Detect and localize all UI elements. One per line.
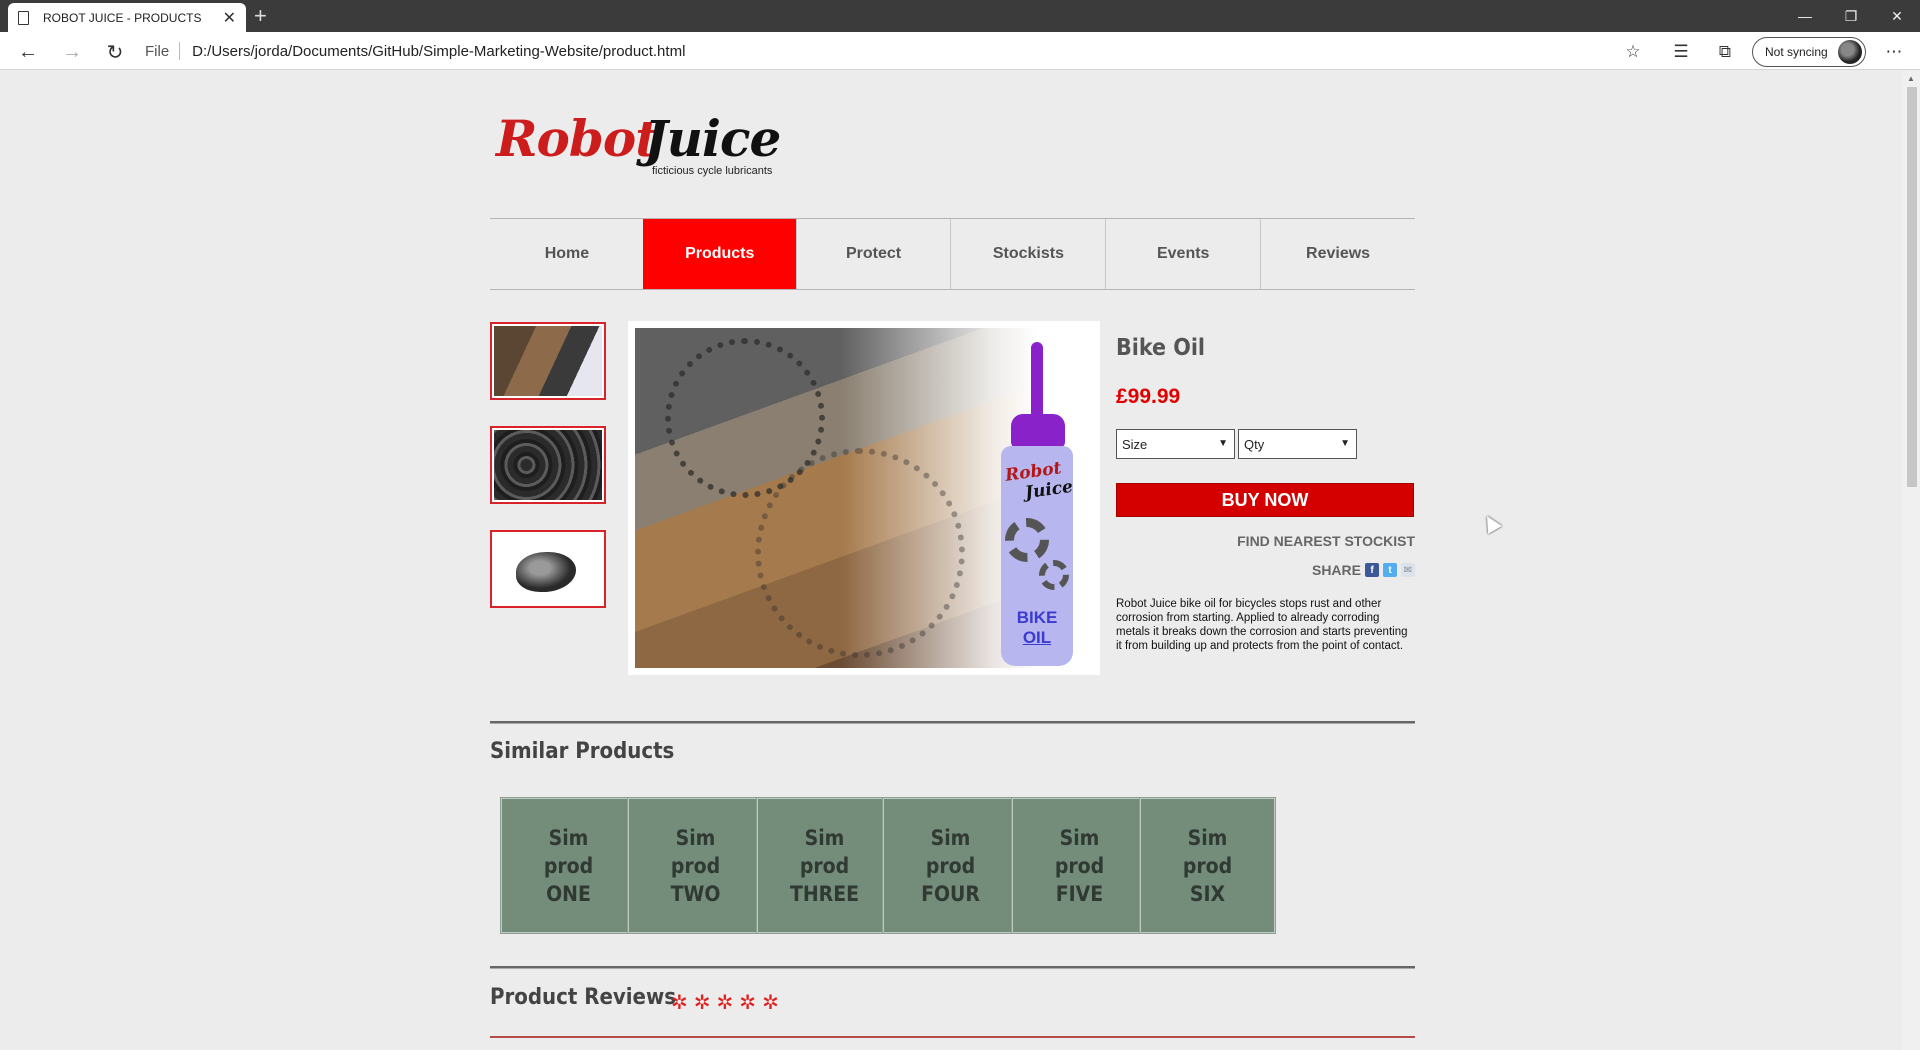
close-window-icon[interactable]: ✕	[1874, 0, 1920, 32]
reviews-divider	[490, 1036, 1415, 1038]
star-icon: ✲	[693, 992, 711, 1014]
product-price: £99.99	[1116, 385, 1181, 408]
product-thumbnail-2[interactable]	[490, 426, 606, 504]
similar-product-label: FOUR	[921, 881, 980, 906]
collections-icon[interactable]: ⧉	[1713, 40, 1737, 64]
product-description: Robot Juice bike oil for bicycles stops …	[1116, 598, 1408, 652]
site-logo[interactable]: Robot Juice ficticious cycle lubricants	[496, 109, 796, 189]
similar-product-label: prod	[1182, 853, 1233, 878]
similar-product-label: Sim	[930, 825, 971, 850]
qty-select[interactable]: Qty ▼	[1238, 429, 1357, 459]
size-select-value: Size	[1122, 436, 1148, 452]
nav-item-events[interactable]: Events	[1105, 219, 1260, 289]
nav-item-reviews[interactable]: Reviews	[1260, 219, 1415, 289]
similar-product-6[interactable]: Sim prod SIX	[1140, 798, 1275, 933]
similar-product-label: Sim	[1187, 825, 1228, 850]
section-divider	[490, 721, 1415, 724]
similar-product-label: prod	[670, 853, 721, 878]
size-select[interactable]: Size ▼	[1116, 429, 1235, 459]
mouse-cursor	[1480, 512, 1502, 534]
qty-select-value: Qty	[1244, 436, 1265, 452]
title-bar: ROBOT JUICE - PRODUCTS ✕ + — ❐ ✕	[0, 0, 1920, 32]
bottle-text-bike: BIKE	[1016, 608, 1058, 627]
sync-label: Not syncing	[1765, 45, 1828, 59]
similar-product-label: ONE	[546, 881, 591, 906]
restore-icon[interactable]: ❐	[1828, 0, 1874, 32]
nav-item-home[interactable]: Home	[490, 219, 644, 289]
more-icon[interactable]: ⋯	[1882, 40, 1906, 64]
url-scheme: File	[145, 42, 170, 60]
browser-tab[interactable]: ROBOT JUICE - PRODUCTS ✕	[8, 3, 246, 32]
scroll-up-icon[interactable]: ▲	[1907, 74, 1915, 83]
product-thumbnail-1[interactable]	[490, 322, 606, 400]
url-field[interactable]: i File D:/Users/jorda/Documents/GitHub/S…	[145, 37, 1645, 303]
nav-item-stockists[interactable]: Stockists	[950, 219, 1105, 289]
avatar	[1838, 40, 1862, 64]
share-label: SHARE	[1311, 562, 1361, 578]
similar-product-label: Sim	[1059, 825, 1100, 850]
product-reviews-title: Product Reviews	[490, 985, 677, 1010]
bottle-text-oil: OIL	[1022, 628, 1052, 647]
product-name: Bike Oil	[1116, 335, 1205, 361]
similar-product-5[interactable]: Sim prod FIVE	[1012, 798, 1147, 933]
similar-products-title: Similar Products	[490, 739, 675, 764]
similar-product-label: prod	[543, 853, 594, 878]
chevron-down-icon: ▼	[1340, 438, 1350, 449]
new-tab-icon[interactable]: +	[254, 3, 267, 29]
star-icon: ✲	[762, 992, 779, 1014]
url-divider	[179, 42, 181, 60]
favorite-star-icon[interactable]: ☆	[1621, 40, 1645, 64]
similar-product-label: Sim	[804, 825, 845, 850]
page-viewport: Robot Juice ficticious cycle lubricants …	[0, 71, 1920, 1050]
star-icon: ✲	[671, 992, 688, 1014]
similar-product-label: FIVE	[1055, 881, 1104, 906]
similar-product-label: prod	[1054, 853, 1105, 878]
chevron-down-icon: ▼	[1218, 438, 1228, 449]
refresh-icon[interactable]: ↻	[101, 38, 129, 66]
logo-robot-text: Robot	[496, 109, 658, 168]
email-icon[interactable]: ✉	[1401, 563, 1415, 577]
star-icon: ✲	[739, 992, 757, 1014]
bottle-image: Robot Juice BIKE OIL	[1001, 342, 1074, 668]
product-main-image: Robot Juice BIKE OIL	[628, 321, 1100, 675]
address-bar: ← → ↻ i File D:/Users/jorda/Documents/Gi…	[0, 32, 1920, 303]
similar-product-label: prod	[925, 853, 976, 878]
share-bar: SHARE f t ✉	[1312, 562, 1415, 578]
nav-item-protect[interactable]: Protect	[795, 219, 951, 289]
similar-product-label: Sim	[548, 825, 589, 850]
nav-item-products[interactable]: Products	[642, 219, 797, 289]
similar-product-label: Sim	[675, 825, 716, 850]
favorites-list-icon[interactable]: ☰	[1669, 40, 1693, 64]
star-icon: ✲	[716, 992, 734, 1014]
similar-products-row: Sim prod ONE Sim prod TWO Sim prod THREE Sim prod F…	[501, 798, 1421, 934]
find-stockist-link[interactable]: FIND NEAREST STOCKIST	[1237, 533, 1415, 549]
product-thumbnail-3[interactable]	[490, 530, 606, 608]
back-icon[interactable]: ←	[14, 38, 42, 66]
similar-product-4[interactable]: Sim prod FOUR	[883, 798, 1018, 933]
logo-juice-text: Juice	[644, 109, 781, 168]
section-divider	[490, 966, 1415, 969]
similar-product-label: THREE	[789, 881, 860, 906]
similar-product-3[interactable]: Sim prod THREE	[757, 798, 892, 933]
facebook-icon[interactable]: f	[1365, 563, 1379, 577]
similar-product-1[interactable]: Sim prod ONE	[501, 798, 636, 933]
scrollbar[interactable]: ▲	[1902, 71, 1920, 1050]
tab-title: ROBOT JUICE - PRODUCTS	[43, 10, 202, 25]
scrollbar-thumb[interactable]	[1907, 87, 1917, 487]
url-text[interactable]: D:/Users/jorda/Documents/GitHub/Simple-M…	[192, 43, 685, 60]
sync-button[interactable]: Not syncing	[1752, 37, 1866, 67]
similar-product-label: TWO	[670, 881, 721, 906]
similar-product-2[interactable]: Sim prod TWO	[628, 798, 763, 933]
twitter-icon[interactable]: t	[1383, 563, 1397, 577]
close-tab-icon[interactable]: ✕	[223, 8, 236, 28]
forward-icon[interactable]: →	[58, 38, 86, 66]
buy-now-button[interactable]: BUY NOW	[1116, 483, 1414, 517]
logo-tagline: ficticious cycle lubricants	[652, 165, 773, 177]
rating-stars: ✲ ✲ ✲ ✲ ✲	[671, 990, 785, 1015]
similar-product-label: SIX	[1189, 881, 1226, 906]
main-nav: Home Products Protect Stockists Events Review…	[490, 218, 1415, 290]
minimize-icon[interactable]: —	[1782, 0, 1828, 32]
similar-product-label: prod	[799, 853, 850, 878]
page-icon	[18, 10, 29, 25]
